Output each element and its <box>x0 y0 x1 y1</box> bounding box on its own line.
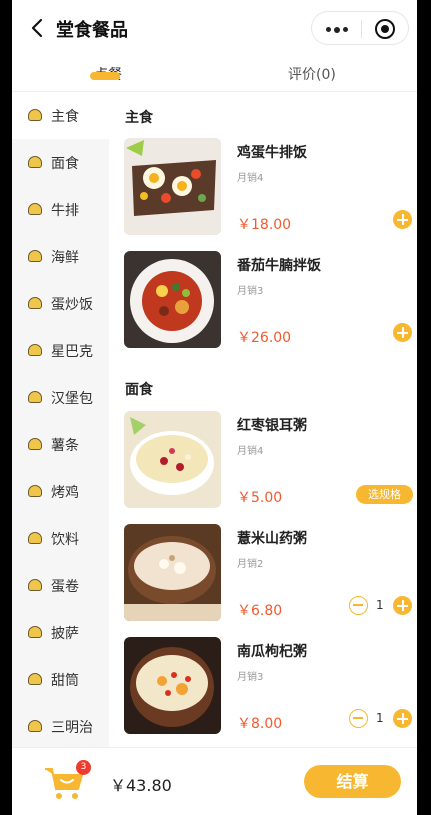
tab-indicator <box>90 72 120 80</box>
sidebar-item-label: 主食 <box>51 109 79 125</box>
item-sales: 月销3 <box>237 672 264 683</box>
sidebar-item-label: 星巴克 <box>51 344 93 360</box>
item-name: 薏米山药粥 <box>237 531 307 547</box>
section-title: 面食 <box>125 382 153 398</box>
sidebar-item-starbucks[interactable]: 星巴克 <box>12 327 109 374</box>
more-icon[interactable] <box>326 26 348 33</box>
dish-photo-egg-steak-rice <box>124 138 221 235</box>
decrease-qty-button[interactable] <box>349 596 368 615</box>
cart-bar: 3 ￥43.80 结算 <box>12 747 417 815</box>
item-quantity: 1 <box>376 711 384 725</box>
pizza-icon <box>28 626 42 638</box>
sidebar-item-noodles[interactable]: 面食 <box>12 139 109 186</box>
increase-qty-button[interactable] <box>393 709 412 728</box>
item-price: ￥5.00 <box>237 490 283 506</box>
item-name: 鸡蛋牛排饭 <box>237 145 307 161</box>
sidebar-item-label: 烤鸡 <box>51 485 79 501</box>
seafood-icon <box>28 250 42 262</box>
ice-cream-icon <box>28 673 42 685</box>
sidebar-item-burger[interactable]: 汉堡包 <box>12 374 109 421</box>
decrease-qty-button[interactable] <box>349 709 368 728</box>
item-price: ￥6.80 <box>237 603 283 619</box>
noodle-icon <box>28 156 42 168</box>
sidebar-item-drinks[interactable]: 饮料 <box>12 515 109 562</box>
menu-item[interactable]: 鸡蛋牛排饭 月销4 ￥18.00 <box>124 138 414 236</box>
sidebar-item-staple[interactable]: 主食 <box>12 92 109 139</box>
cart-count-badge: 3 <box>76 760 91 775</box>
mini-program-capsule <box>311 11 409 45</box>
capsule-divider <box>361 20 362 38</box>
back-icon[interactable] <box>26 16 50 40</box>
sidebar-item-sandwich[interactable]: 三明治 <box>12 703 109 750</box>
cart-total: ￥43.80 <box>110 776 172 795</box>
add-to-cart-button[interactable] <box>393 323 412 342</box>
sidebar-item-label: 牛排 <box>51 203 79 219</box>
section-title: 主食 <box>125 110 153 126</box>
sidebar-item-label: 蛋炒饭 <box>51 297 93 313</box>
item-sales: 月销2 <box>237 559 264 570</box>
menu-item[interactable]: 红枣银耳粥 月销4 ￥5.00 选规格 <box>124 411 414 509</box>
sidebar-item-label: 甜筒 <box>51 673 79 689</box>
menu-list: 主食 鸡蛋牛排饭 月销4 ￥18.00 番茄牛腩拌饭 月销3 ￥26.00 面食… <box>109 92 417 747</box>
menu-item[interactable]: 薏米山药粥 月销2 ￥6.80 1 <box>124 524 414 622</box>
sidebar-item-label: 蛋卷 <box>51 579 79 595</box>
item-name: 红枣银耳粥 <box>237 418 307 434</box>
item-sales: 月销4 <box>237 173 264 184</box>
item-name: 南瓜枸杞粥 <box>237 644 307 660</box>
steak-icon <box>28 203 42 215</box>
sidebar-item-label: 面食 <box>51 156 79 172</box>
sidebar-item-cone[interactable]: 甜筒 <box>12 656 109 703</box>
sidebar-item-seafood[interactable]: 海鲜 <box>12 233 109 280</box>
item-sales: 月销4 <box>237 446 264 457</box>
fried-rice-icon <box>28 297 42 309</box>
sandwich-icon <box>28 720 42 732</box>
item-price: ￥26.00 <box>237 330 292 346</box>
sidebar-item-roast-chicken[interactable]: 烤鸡 <box>12 468 109 515</box>
tab-bar: 点餐 评价(0) <box>12 56 417 92</box>
category-sidebar: 主食 面食 牛排 海鲜 蛋炒饭 星巴克 汉堡包 薯条 烤鸡 饮料 蛋卷 披萨 甜… <box>12 92 109 747</box>
menu-item[interactable]: 番茄牛腩拌饭 月销3 ￥26.00 <box>124 251 414 349</box>
sidebar-item-steak[interactable]: 牛排 <box>12 186 109 233</box>
tab-review[interactable]: 评价(0) <box>288 64 336 84</box>
page-title: 堂食餐品 <box>56 20 128 41</box>
burger-icon <box>28 391 42 403</box>
add-to-cart-button[interactable] <box>393 210 412 229</box>
menu-item[interactable]: 南瓜枸杞粥 月销3 ￥8.00 1 <box>124 637 414 735</box>
sidebar-item-pizza[interactable]: 披萨 <box>12 609 109 656</box>
item-price: ￥18.00 <box>237 217 292 233</box>
dish-photo-jujube-tremella-congee <box>124 411 221 508</box>
coffee-cup-icon <box>28 344 42 356</box>
egg-roll-icon <box>28 579 42 591</box>
chicken-icon <box>28 485 42 497</box>
sidebar-item-egg-roll[interactable]: 蛋卷 <box>12 562 109 609</box>
drink-icon <box>28 532 42 544</box>
item-quantity: 1 <box>376 598 384 612</box>
nav-header: 堂食餐品 <box>12 0 417 56</box>
dish-photo-tomato-brisket-rice <box>124 251 221 348</box>
sidebar-item-label: 饮料 <box>51 532 79 548</box>
sidebar-item-label: 三明治 <box>51 720 93 736</box>
dish-photo-yam-barley-congee <box>124 524 221 621</box>
item-name: 番茄牛腩拌饭 <box>237 258 321 274</box>
dish-photo-pumpkin-goji-congee <box>124 637 221 734</box>
close-target-icon[interactable] <box>375 19 395 39</box>
sidebar-item-label: 披萨 <box>51 626 79 642</box>
item-price: ￥8.00 <box>237 716 283 732</box>
sidebar-item-fried-rice[interactable]: 蛋炒饭 <box>12 280 109 327</box>
select-spec-button[interactable]: 选规格 <box>356 485 413 504</box>
screen: 堂食餐品 点餐 评价(0) 主食 面食 牛排 海鲜 蛋炒 <box>12 0 417 815</box>
fries-icon <box>28 438 42 450</box>
sidebar-item-label: 汉堡包 <box>51 391 93 407</box>
sidebar-item-label: 海鲜 <box>51 250 79 266</box>
sidebar-item-fries[interactable]: 薯条 <box>12 421 109 468</box>
item-sales: 月销3 <box>237 286 264 297</box>
increase-qty-button[interactable] <box>393 596 412 615</box>
sidebar-item-label: 薯条 <box>51 438 79 454</box>
checkout-button[interactable]: 结算 <box>304 765 401 798</box>
rice-bowl-icon <box>28 109 42 121</box>
